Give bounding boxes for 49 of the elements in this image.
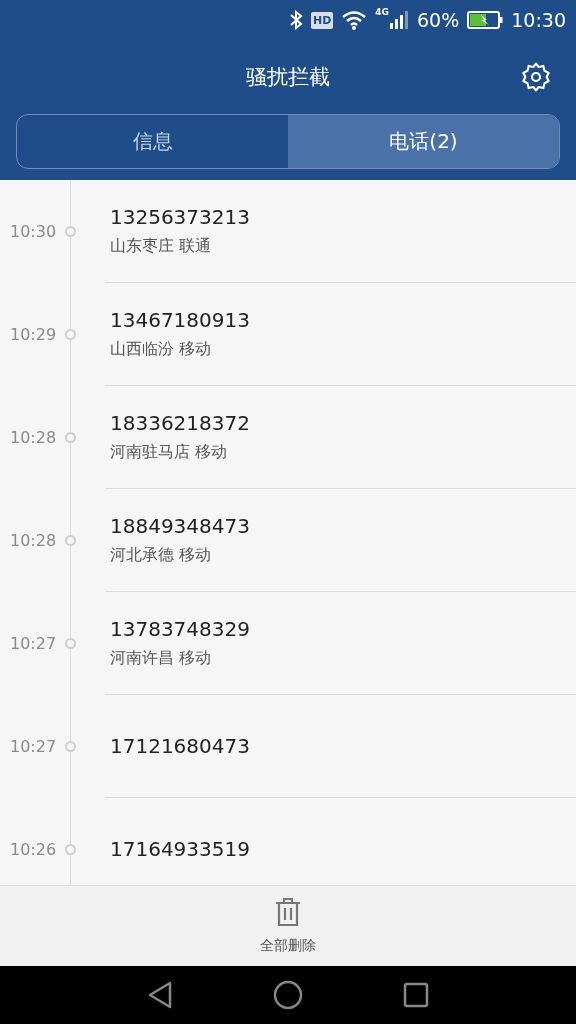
wifi-icon <box>341 10 368 30</box>
recents-icon[interactable] <box>403 982 429 1008</box>
call-time: 10:28 <box>9 428 58 447</box>
phone-number: 18849348473 <box>110 514 251 538</box>
back-icon[interactable] <box>147 980 173 1010</box>
caller-location: 河南许昌 移动 <box>110 648 213 669</box>
phone-number: 13467180913 <box>110 308 251 332</box>
call-item[interactable]: 13783748329 河南许昌 移动 <box>105 592 576 695</box>
call-item[interactable]: 18336218372 河南驻马店 移动 <box>105 386 576 489</box>
timeline-dot <box>65 226 76 237</box>
bluetooth-icon <box>289 10 303 30</box>
trash-icon <box>275 897 301 927</box>
timeline-dot <box>65 535 76 546</box>
caller-location: 山西临汾 移动 <box>110 339 213 360</box>
signal-icon <box>389 10 409 30</box>
timeline-dot <box>65 638 76 649</box>
status-time: 10:30 <box>511 9 566 31</box>
call-time: 10:27 <box>9 737 58 756</box>
battery-percent: 60% <box>417 9 460 31</box>
battery-icon <box>467 11 504 29</box>
network-label: 4G <box>375 7 389 17</box>
caller-location: 山东枣庄 联通 <box>110 236 213 257</box>
tab[interactable]: 电话(2) <box>288 115 559 168</box>
settings-icon <box>520 61 552 93</box>
tab[interactable]: 信息 <box>17 115 288 168</box>
timeline-dot <box>65 741 76 752</box>
phone-number: 13256373213 <box>110 205 251 229</box>
call-item[interactable]: 13256373213 山东枣庄 联通 <box>105 180 576 283</box>
caller-location: 河南驻马店 移动 <box>110 442 229 463</box>
page-title: 骚扰拦截 <box>246 64 330 91</box>
hd-badge: HD <box>311 11 334 29</box>
delete-all-button[interactable]: 全部删除 <box>252 893 324 959</box>
call-item[interactable]: 18849348473 河北承德 移动 <box>105 489 576 592</box>
call-item[interactable]: 13467180913 山西临汾 移动 <box>105 283 576 386</box>
call-time: 10:26 <box>9 840 58 859</box>
caller-location: 河北承德 移动 <box>110 545 213 566</box>
phone-number: 17121680473 <box>110 734 251 758</box>
call-item[interactable]: 17121680473 <box>105 695 576 798</box>
call-time: 10:28 <box>9 531 58 550</box>
phone-number: 17164933519 <box>110 837 251 861</box>
home-icon[interactable] <box>273 980 303 1010</box>
timeline-dot <box>65 329 76 340</box>
timeline-dot <box>65 844 76 855</box>
phone-number: 18336218372 <box>110 411 251 435</box>
call-time: 10:27 <box>9 634 58 653</box>
call-time: 10:29 <box>9 325 58 344</box>
timeline-dot <box>65 432 76 443</box>
phone-number: 13783748329 <box>110 617 251 641</box>
call-time: 10:30 <box>9 222 58 241</box>
